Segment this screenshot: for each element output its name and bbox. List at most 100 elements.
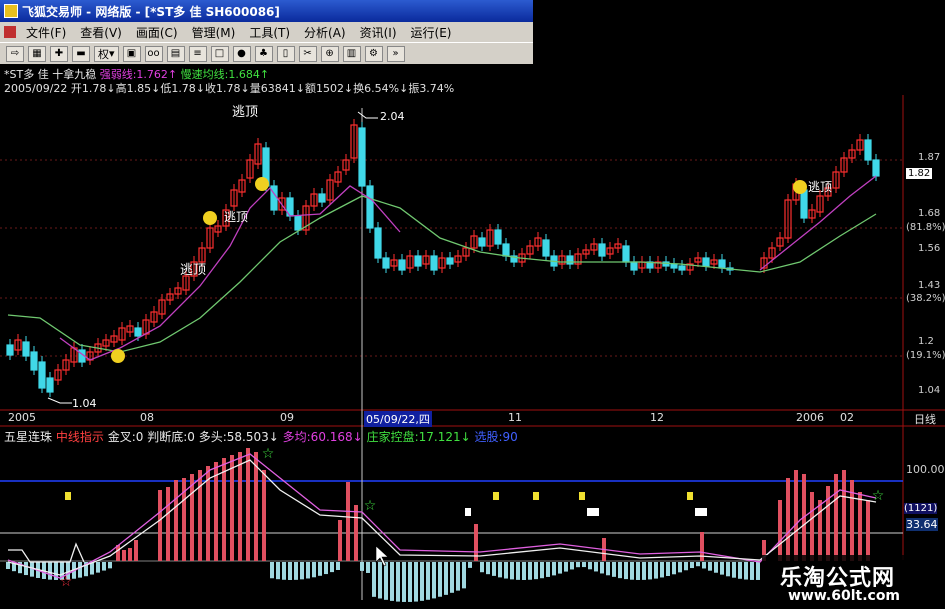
- indicator-bar-down: [612, 562, 616, 577]
- indicator-bar-up: [198, 470, 202, 561]
- indicator-bar-up: [786, 478, 790, 561]
- x-tick-label: 08: [140, 411, 154, 424]
- indicator-bar-down: [78, 562, 82, 578]
- indicator-axis-label: (1121): [904, 503, 938, 514]
- indicator-bar-up: [834, 474, 838, 561]
- candle-down: [134, 327, 142, 337]
- indicator-item: 选股:90: [474, 430, 518, 444]
- candle-down: [366, 185, 374, 229]
- price-axis-label: 1.2: [918, 336, 934, 347]
- candle-down: [702, 257, 710, 267]
- indicator-bar-down: [660, 562, 664, 578]
- x-tick-label: 09: [280, 411, 294, 424]
- smile-marker-icon: [203, 211, 217, 225]
- watermark-url: www.60lt.com: [788, 588, 901, 604]
- period-label[interactable]: 日线: [914, 411, 936, 427]
- candle-down: [374, 227, 382, 259]
- indicator-bar-up: [338, 520, 342, 561]
- indicator-bar-down: [696, 562, 700, 567]
- star-marker-icon: ☆: [60, 574, 73, 590]
- indicator-bar-down: [414, 562, 418, 602]
- indicator-axis-label: 33.64: [906, 518, 938, 531]
- candle-down: [566, 255, 574, 265]
- fib-label: (38.2%): [906, 293, 945, 304]
- indicator-bar-down: [516, 562, 520, 580]
- indicator-bar-up: [778, 500, 782, 561]
- indicator-bar-down: [360, 562, 364, 571]
- candle-down: [494, 229, 502, 245]
- high-price-label: 2.04: [380, 110, 405, 123]
- low-price-label: 1.04: [72, 397, 97, 410]
- indicator-bar-down: [726, 562, 730, 577]
- candle-down: [30, 351, 38, 371]
- indicator-bar-up: [254, 452, 258, 561]
- indicator-bar-down: [582, 562, 586, 568]
- indicator-bar-down: [426, 562, 430, 600]
- indicator-bar-down: [102, 562, 106, 571]
- candle-down: [622, 245, 630, 263]
- indicator-bar-down: [282, 562, 286, 580]
- indicator-bar-up: [866, 500, 870, 561]
- candle-down: [630, 261, 638, 271]
- candle-down: [6, 344, 14, 356]
- indicator-bar-up: [842, 470, 846, 561]
- indicator-axis-label: 100.00: [906, 463, 945, 476]
- indicator-item: 中线指示: [55, 430, 104, 444]
- indicator-bar-down: [492, 562, 496, 576]
- indicator-bar-down: [486, 562, 490, 575]
- escape-top-label: 逃顶: [224, 210, 249, 224]
- indicator-item: 庄家控盘:17.121↓: [366, 430, 471, 444]
- indicator-bar-up: [346, 482, 350, 561]
- candle-down: [864, 139, 872, 161]
- indicator-bar-down: [276, 562, 280, 580]
- indicator-main-line: [7, 459, 877, 576]
- indicator-bar-down: [366, 562, 370, 573]
- indicator-bar-down: [372, 562, 376, 597]
- indicator-bar-down: [540, 562, 544, 579]
- indicator-bar-down: [312, 562, 316, 578]
- x-tick-label: 02: [840, 411, 854, 424]
- indicator-bar-down: [570, 562, 574, 570]
- candle-down: [414, 255, 422, 267]
- indicator-bar-down: [468, 562, 472, 568]
- indicator-bar-down: [600, 562, 604, 574]
- indicator-bar-down: [330, 562, 334, 573]
- escape-top-label: 逃顶: [808, 180, 833, 194]
- star-marker-icon: ☆: [262, 446, 275, 462]
- indicator-name[interactable]: 五星连珠: [4, 430, 52, 444]
- candle-down: [430, 255, 438, 271]
- indicator-bar-down: [420, 562, 424, 601]
- indicator-bar-up: [238, 452, 242, 561]
- indicator-bar-down: [522, 562, 526, 580]
- indicator-bar-down: [750, 562, 754, 580]
- escape-top-label: 逃顶: [232, 105, 259, 120]
- indicator-bar-up: [134, 540, 138, 561]
- smile-marker-icon: [255, 177, 269, 191]
- indicator-bar-down: [654, 562, 658, 579]
- indicator-bar-down: [588, 562, 592, 570]
- indicator-bar-up: [818, 500, 822, 561]
- indicator-bar-up: [246, 448, 250, 561]
- indicator-bar-down: [552, 562, 556, 576]
- fib-label: (81.8%): [906, 222, 945, 233]
- indicator-bar-down: [270, 562, 274, 579]
- indicator-bar-down: [498, 562, 502, 578]
- candle-down: [678, 265, 686, 271]
- x-tick-label: 12: [650, 411, 664, 424]
- indicator-bar-down: [108, 562, 112, 569]
- indicator-bar-down: [504, 562, 508, 579]
- indicator-bar-down: [48, 562, 52, 580]
- signal-square: [587, 508, 593, 516]
- indicator-bar-down: [318, 562, 322, 576]
- cursor-date-label: 05/09/22,四: [364, 411, 432, 427]
- x-tick-label: 2006: [796, 411, 824, 424]
- current-price-label: 1.82: [906, 168, 933, 179]
- indicator-bar-down: [378, 562, 382, 599]
- candle-down: [478, 237, 486, 247]
- signal-square: [493, 492, 499, 500]
- kline-chart[interactable]: ☆ ☆ ☆ ☆: [0, 0, 945, 609]
- indicator-bar-down: [456, 562, 460, 591]
- indicator-bar-down: [462, 562, 466, 589]
- indicator-bar-down: [510, 562, 514, 580]
- indicator-bar-up: [166, 487, 170, 561]
